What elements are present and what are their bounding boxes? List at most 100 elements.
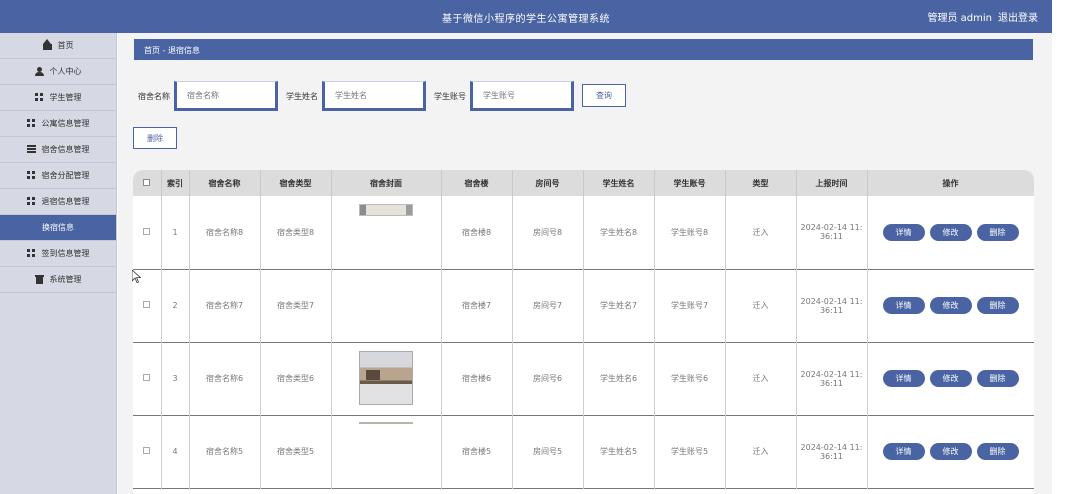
delete-button[interactable]: 删除	[976, 443, 1019, 460]
row-select-cell[interactable]	[133, 415, 162, 488]
dorm-name-label: 宿舍名称	[138, 92, 170, 101]
sidebar-item-label: 系统管理	[49, 275, 82, 284]
cell-kind: 迁入	[725, 342, 797, 415]
cell-kind: 迁入	[725, 415, 797, 488]
sidebar-item-label: 个人中心	[49, 67, 82, 76]
student-name-input[interactable]	[322, 81, 426, 111]
sidebar-item-label: 宿舍信息管理	[41, 145, 90, 154]
breadcrumb-current: 退宿信息	[167, 46, 200, 55]
cell-kind: 迁入	[725, 269, 797, 342]
cell-building: 宿舍楼6	[441, 342, 513, 415]
cell-actions: 详情 修改 删除	[867, 342, 1034, 415]
sidebar-item-profile[interactable]: 个人中心	[0, 59, 116, 85]
row-checkbox[interactable]	[143, 301, 151, 308]
query-button[interactable]: 查询	[582, 84, 626, 107]
row-select-cell[interactable]	[133, 342, 162, 415]
detail-button[interactable]: 详情	[882, 223, 925, 241]
student-name-label: 学生姓名	[286, 92, 318, 101]
sidebar-item-apartments[interactable]: 公寓信息管理	[0, 111, 116, 137]
delete-button[interactable]: 删除	[976, 370, 1019, 387]
column-header: 学生姓名	[583, 170, 655, 196]
search-bar: 宿舍名称 学生姓名 学生账号 查询	[138, 81, 626, 111]
breadcrumb-home[interactable]: 首页	[144, 46, 160, 55]
cell-dorm-name: 宿舍名称5	[189, 415, 261, 488]
time-date: 2024-02-14 11:	[800, 296, 863, 306]
cell-dorm-name: 宿舍名称6	[189, 342, 261, 415]
sidebar-item-checkin[interactable]: 签到信息管理	[0, 241, 116, 267]
column-header: 宿舍类型	[260, 170, 332, 196]
logout-link[interactable]: 退出登录	[998, 9, 1038, 24]
trash-icon	[34, 275, 44, 284]
sidebar-item-label: 签到信息管理	[41, 249, 90, 258]
sidebar-item-room-change[interactable]: 换宿信息	[0, 215, 116, 241]
detail-button[interactable]: 详情	[882, 370, 925, 387]
cell-building: 宿舍楼8	[441, 196, 513, 269]
breadcrumb-separator: -	[162, 46, 166, 55]
row-checkbox[interactable]	[143, 227, 151, 235]
edit-button[interactable]: 修改	[929, 297, 972, 314]
dorm-cover-image	[359, 204, 413, 216]
column-header: 操作	[867, 170, 1034, 196]
user-icon	[34, 67, 44, 76]
cell-student-name: 学生姓名5	[583, 415, 655, 488]
cell-cover	[331, 342, 442, 415]
detail-button[interactable]: 详情	[882, 443, 925, 460]
cell-index: 3	[161, 342, 190, 415]
sidebar-item-checkout[interactable]: 退宿信息管理	[0, 189, 116, 215]
row-checkbox[interactable]	[143, 374, 151, 381]
row-checkbox[interactable]	[143, 447, 151, 454]
time-clock: 36:11	[819, 232, 844, 242]
edit-button[interactable]: 修改	[929, 370, 972, 387]
sidebar-item-students[interactable]: 学生管理	[0, 85, 116, 111]
cell-time: 2024-02-14 11: 36:11	[796, 196, 868, 269]
column-header: 宿舍楼	[441, 170, 513, 196]
cell-room: 房间号8	[512, 196, 584, 269]
edit-button[interactable]: 修改	[929, 223, 972, 241]
home-icon	[42, 39, 52, 50]
batch-delete-button[interactable]: 删除	[133, 127, 177, 149]
column-header: 索引	[161, 170, 190, 196]
cell-index: 4	[161, 415, 190, 488]
cell-student-name: 学生姓名7	[583, 269, 655, 342]
time-clock: 36:11	[819, 305, 844, 315]
data-table: 索引 宿舍名称 宿舍类型 宿舍封面 宿舍楼 房间号 学生姓名 学生账号 类型 上…	[133, 170, 1034, 494]
sidebar-item-label: 公寓信息管理	[41, 119, 90, 128]
dorm-name-input[interactable]	[174, 81, 278, 111]
cell-index: 1	[161, 196, 190, 269]
cell-cover	[331, 415, 442, 488]
table-row: 3 宿舍名称6 宿舍类型6 宿舍楼6 房间号6 学生姓名6 学生账号6 迁入 2…	[133, 342, 1034, 415]
sidebar-item-allocation[interactable]: 宿舍分配管理	[0, 163, 116, 189]
time-date: 2024-02-14 11:	[800, 223, 863, 233]
select-all-checkbox[interactable]	[143, 178, 151, 186]
column-header: 宿舍名称	[189, 170, 261, 196]
sidebar-item-system[interactable]: 系统管理	[0, 267, 116, 293]
select-all-cell[interactable]	[133, 170, 162, 196]
cell-student-account: 学生账号7	[654, 269, 726, 342]
student-account-input[interactable]	[470, 81, 574, 111]
cell-actions: 详情 修改 删除	[867, 415, 1034, 488]
sidebar-item-label: 宿舍分配管理	[41, 171, 90, 180]
user-role: 管理员 admin	[927, 13, 992, 24]
sidebar-item-label: 首页	[57, 41, 74, 50]
edit-button[interactable]: 修改	[929, 443, 972, 460]
cell-room: 房间号6	[512, 342, 584, 415]
time-date: 2024-02-14 11:	[800, 369, 863, 379]
cell-dorm-type: 宿舍类型7	[260, 269, 332, 342]
delete-button[interactable]: 删除	[976, 223, 1019, 241]
sidebar-item-home[interactable]: 首页	[0, 33, 116, 59]
table-row: 1 宿舍名称8 宿舍类型8 宿舍楼8 房间号8 学生姓名8 学生账号8 迁入 2…	[133, 196, 1034, 269]
cell-dorm-name: 宿舍名称7	[189, 269, 261, 342]
cell-building: 宿舍楼7	[441, 269, 513, 342]
list-icon	[26, 145, 36, 154]
dorm-cover-image	[359, 421, 413, 424]
table-row: 4 宿舍名称5 宿舍类型5 宿舍楼5 房间号5 学生姓名5 学生账号5 迁入 2…	[133, 415, 1034, 488]
row-select-cell[interactable]	[133, 196, 162, 269]
cell-time: 2024-02-14 11: 36:11	[796, 415, 868, 488]
column-header: 类型	[725, 170, 797, 196]
main-content: 首页 - 退宿信息 宿舍名称 学生姓名 学生账号 查询 删除 索引 宿舍名称 宿…	[118, 33, 1052, 494]
sidebar-item-dorms[interactable]: 宿舍信息管理	[0, 137, 116, 163]
column-header: 学生账号	[654, 170, 726, 196]
detail-button[interactable]: 详情	[882, 297, 925, 314]
cell-dorm-type: 宿舍类型5	[260, 415, 332, 488]
delete-button[interactable]: 删除	[976, 297, 1019, 314]
